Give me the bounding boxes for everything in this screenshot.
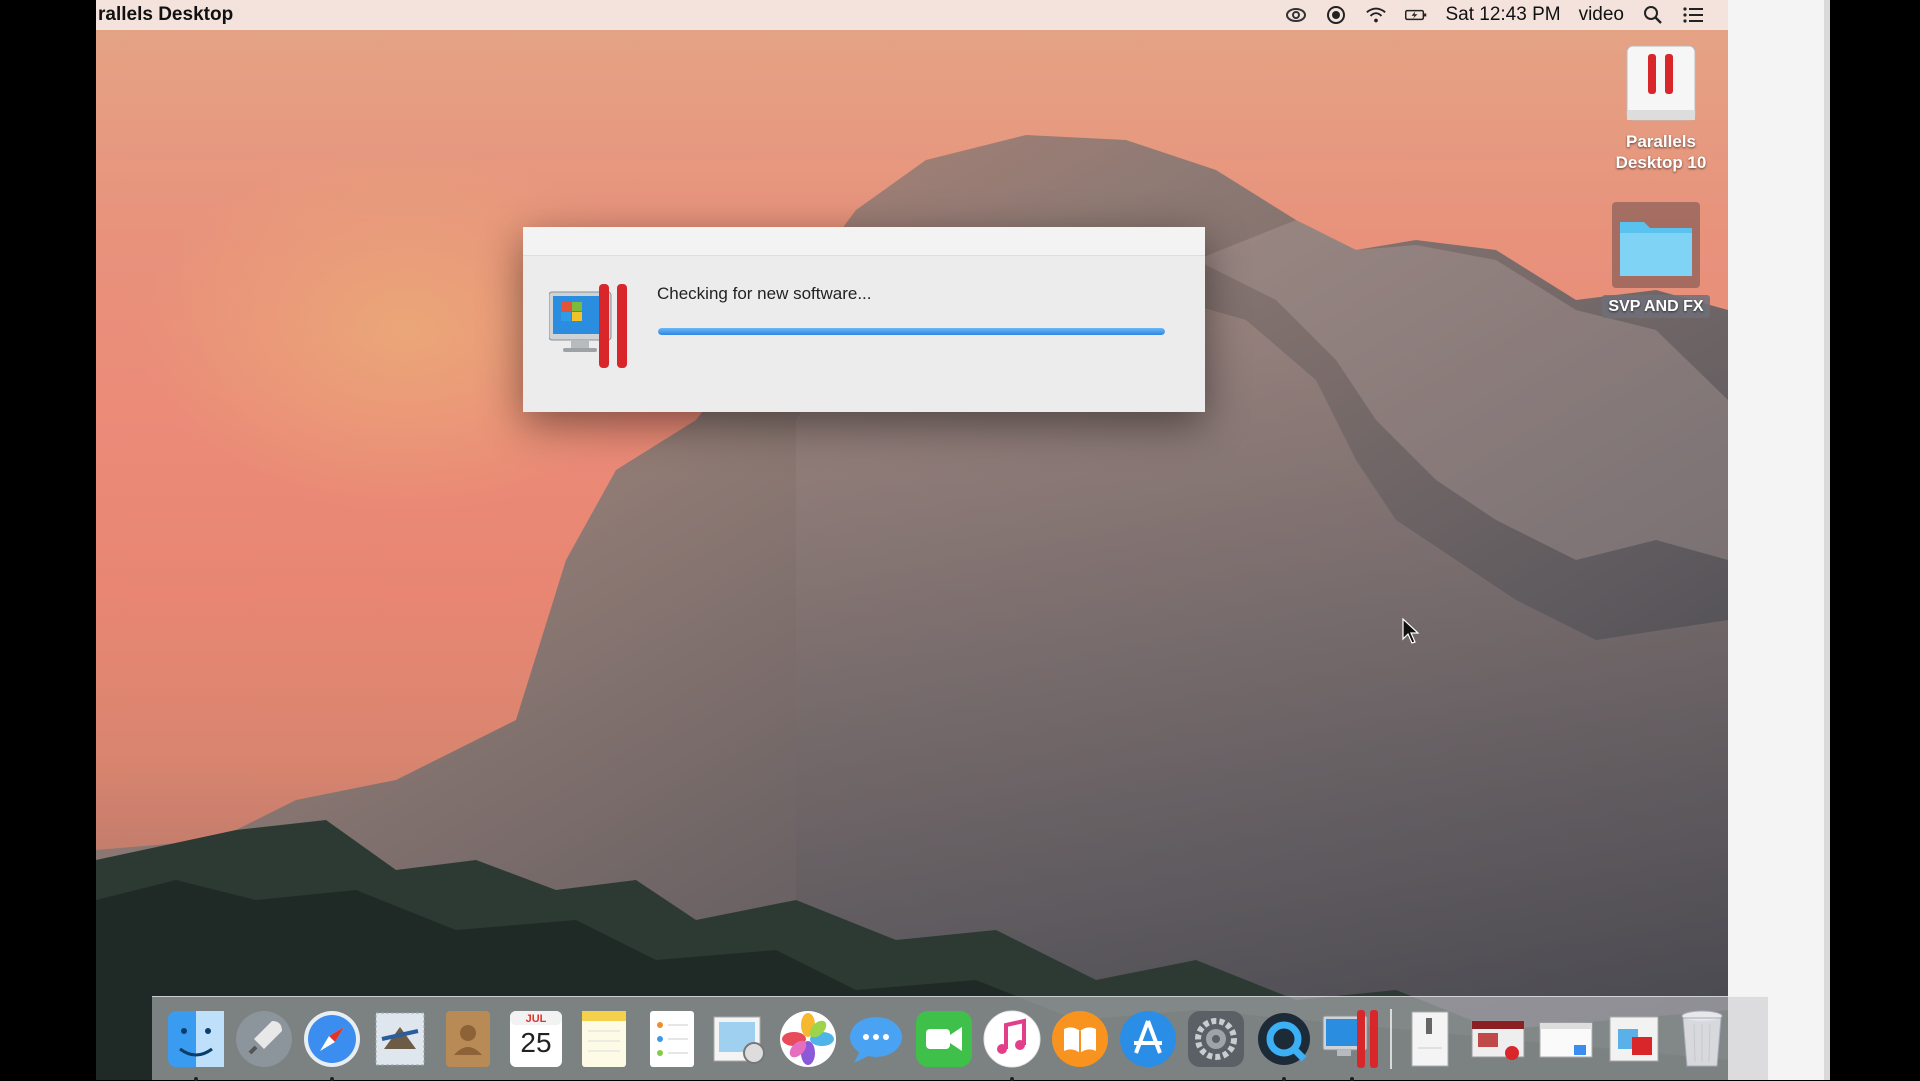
- trash-icon: [1681, 1010, 1723, 1066]
- battery-icon[interactable]: [1405, 4, 1427, 26]
- desktop-parallels-app[interactable]: Parallels Desktop 10: [1596, 44, 1726, 173]
- dock-messages[interactable]: [842, 1005, 910, 1073]
- calendar-month: JUL: [525, 1012, 547, 1025]
- folder-icon: [1612, 202, 1700, 288]
- desktop: rallels Desktop Sat 12:43 PM video Paral…: [96, 0, 1728, 1080]
- desktop-folder-svp[interactable]: SVP AND FX: [1591, 200, 1721, 318]
- dock-finder[interactable]: [162, 1005, 230, 1081]
- dock-quicktime[interactable]: [1250, 1005, 1318, 1081]
- compass-icon: [304, 1010, 360, 1067]
- dock-folder-stack[interactable]: [1532, 1005, 1600, 1073]
- document-stack-icon: [1411, 1011, 1449, 1066]
- parallels-desktop-icon: [549, 284, 627, 368]
- book-icon: [1052, 1010, 1108, 1067]
- creative-cloud-icon[interactable]: [1285, 4, 1307, 26]
- window-stack-icon: [1539, 1022, 1593, 1057]
- dock: JUL 25: [152, 996, 1768, 1081]
- dock-itunes[interactable]: [978, 1005, 1046, 1081]
- right-margin: [1728, 0, 1824, 1080]
- dock-contacts[interactable]: [434, 1005, 502, 1073]
- dock-safari[interactable]: [298, 1005, 366, 1081]
- contacts-icon: [446, 1010, 490, 1067]
- dock-launchpad[interactable]: [230, 1005, 298, 1073]
- menu-bar: rallels Desktop Sat 12:43 PM video: [96, 0, 1728, 30]
- menu-bar-status: Sat 12:43 PM video: [1285, 0, 1704, 30]
- dock-applications-stack[interactable]: [1600, 1005, 1668, 1073]
- record-icon[interactable]: [1325, 4, 1347, 26]
- reminders-icon: [650, 1010, 694, 1067]
- dock-reminders[interactable]: [638, 1005, 706, 1073]
- music-note-icon: [983, 1010, 1041, 1067]
- dialog-titlebar[interactable]: [523, 227, 1205, 256]
- dock-mail[interactable]: [366, 1005, 434, 1073]
- screenshot-stack-icon: [1471, 1020, 1525, 1060]
- facetime-icon: [916, 1010, 972, 1067]
- dock-parallels-desktop[interactable]: [1318, 1005, 1386, 1081]
- dock-documents-stack[interactable]: [1464, 1005, 1532, 1073]
- software-update-dialog: Checking for new software...: [523, 227, 1205, 412]
- dock-app-store[interactable]: [1114, 1005, 1182, 1073]
- parallels-label-line2: Desktop 10: [1615, 153, 1707, 172]
- menu-username[interactable]: video: [1579, 4, 1624, 26]
- photos-flower-icon: [780, 1010, 836, 1067]
- dock-trash[interactable]: [1668, 1005, 1736, 1073]
- app-store-icon: [1120, 1010, 1176, 1067]
- dock-downloads-stack[interactable]: [1396, 1005, 1464, 1073]
- folder-label: SVP AND FX: [1602, 295, 1710, 318]
- notes-icon: [582, 1010, 626, 1067]
- parallels-dock-icon: [1322, 1009, 1378, 1068]
- spotlight-icon[interactable]: [1642, 4, 1664, 26]
- dock-calendar[interactable]: JUL 25: [502, 1005, 570, 1073]
- wallpaper-mountain: [96, 135, 1728, 1080]
- parallels-label-line1: Parallels: [1626, 132, 1696, 151]
- dock-facetime[interactable]: [910, 1005, 978, 1073]
- messages-icon: [850, 1016, 902, 1063]
- preview-icon: [713, 1016, 765, 1064]
- mail-stamp-icon: [375, 1012, 425, 1065]
- progress-bar: [658, 328, 1165, 335]
- calendar-day: 25: [520, 1026, 552, 1058]
- dock-preview[interactable]: [706, 1005, 774, 1073]
- gear-icon: [1188, 1010, 1244, 1067]
- progress-fill: [658, 328, 1165, 335]
- dock-notes[interactable]: [570, 1005, 638, 1073]
- dock-ibooks[interactable]: [1046, 1005, 1114, 1073]
- dialog-message: Checking for new software...: [657, 284, 872, 303]
- menu-app-name[interactable]: rallels Desktop: [98, 4, 233, 26]
- parallels-icon: [1626, 45, 1696, 121]
- mouse-cursor-icon: [1402, 618, 1420, 644]
- right-margin-edge: [1824, 0, 1830, 1080]
- finder-icon: [168, 1010, 224, 1067]
- dock-photos[interactable]: [774, 1005, 842, 1073]
- menu-clock[interactable]: Sat 12:43 PM: [1445, 4, 1560, 26]
- notification-center-icon[interactable]: [1682, 4, 1704, 26]
- rocket-icon: [236, 1010, 292, 1067]
- app-stack-icon: [1609, 1016, 1659, 1061]
- dock-separator: [1390, 1008, 1392, 1069]
- quicktime-icon: [1258, 1012, 1310, 1065]
- wifi-icon[interactable]: [1365, 4, 1387, 26]
- dock-system-preferences[interactable]: [1182, 1005, 1250, 1073]
